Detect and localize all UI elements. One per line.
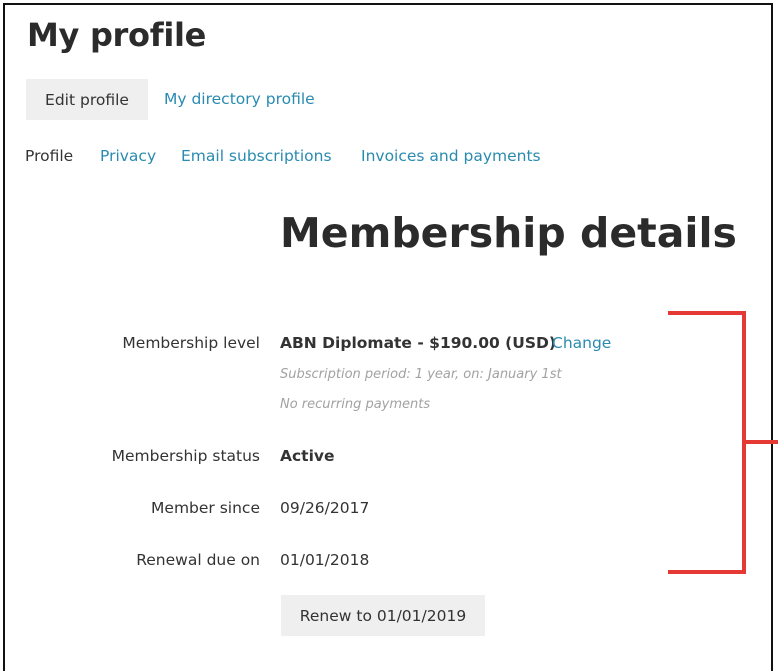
renewal-due-value: 01/01/2018: [280, 551, 370, 569]
edit-profile-button[interactable]: Edit profile: [26, 79, 148, 120]
membership-level-label: Membership level: [122, 334, 260, 352]
tab-email-subscriptions[interactable]: Email subscriptions: [181, 146, 332, 166]
directory-profile-link[interactable]: My directory profile: [164, 89, 315, 109]
membership-details-title: Membership details: [280, 209, 737, 257]
membership-status-value: Active: [280, 447, 335, 465]
change-membership-link[interactable]: Change: [552, 333, 611, 353]
recurring-payments-note: No recurring payments: [280, 397, 431, 412]
tab-invoices-and-payments[interactable]: Invoices and payments: [361, 146, 541, 166]
member-since-label: Member since: [151, 499, 260, 517]
subscription-period-note: Subscription period: 1 year, on: January…: [280, 367, 562, 382]
tab-privacy[interactable]: Privacy: [100, 146, 156, 166]
page-title: My profile: [27, 16, 207, 54]
renew-button[interactable]: Renew to 01/01/2019: [281, 595, 485, 636]
tab-profile[interactable]: Profile: [25, 146, 73, 166]
member-since-value: 09/26/2017: [280, 499, 370, 517]
membership-level-value: ABN Diplomate - $190.00 (USD): [280, 334, 556, 352]
renewal-due-label: Renewal due on: [136, 551, 260, 569]
membership-status-label: Membership status: [111, 447, 260, 465]
